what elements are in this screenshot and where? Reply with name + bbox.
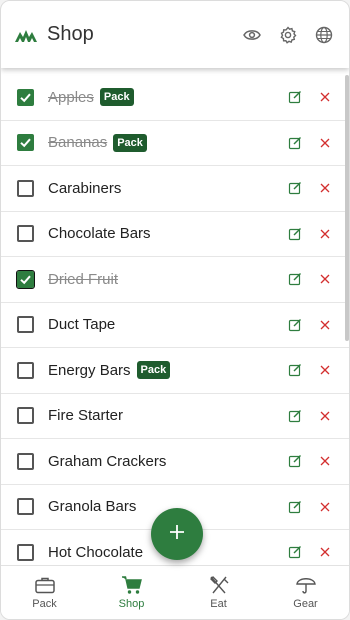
item-actions: [287, 89, 333, 105]
header-actions: [241, 24, 335, 46]
item-name: Duct Tape: [48, 316, 116, 334]
list-item[interactable]: Energy Bars Pack: [1, 348, 349, 394]
item-checkbox[interactable]: [17, 316, 34, 334]
item-actions: [287, 499, 333, 515]
edit-icon[interactable]: [287, 408, 303, 424]
list-item[interactable]: Graham Crackers: [1, 439, 349, 485]
list-item[interactable]: Fire Starter: [1, 394, 349, 439]
pack-badge: Pack: [99, 88, 134, 107]
globe-icon[interactable]: [313, 24, 335, 46]
delete-icon[interactable]: [317, 135, 333, 151]
item-name: Bananas: [48, 134, 108, 152]
bottom-navigation: Pack Shop Eat Gear: [1, 565, 349, 619]
delete-icon[interactable]: [317, 453, 333, 469]
item-checkbox[interactable]: [17, 88, 34, 106]
nav-label: Pack: [32, 598, 57, 610]
item-name: Apples: [48, 88, 94, 106]
list-item[interactable]: Duct Tape: [1, 303, 349, 348]
edit-icon[interactable]: [287, 271, 303, 287]
delete-icon[interactable]: [317, 317, 333, 333]
item-name: Dried Fruit: [48, 270, 119, 288]
mountain-logo-icon: [15, 25, 39, 45]
delete-icon[interactable]: [317, 226, 333, 242]
item-checkbox[interactable]: [17, 407, 34, 425]
nav-item-shop[interactable]: Shop: [88, 566, 175, 619]
nav-label: Eat: [210, 598, 227, 610]
item-checkbox[interactable]: [16, 269, 35, 289]
eye-icon[interactable]: [241, 24, 263, 46]
edit-icon[interactable]: [287, 317, 303, 333]
nav-label: Shop: [118, 598, 145, 610]
pack-badge: Pack: [136, 361, 171, 380]
item-actions: [287, 408, 333, 424]
briefcase-icon: [33, 574, 57, 596]
item-actions: [287, 271, 333, 287]
nav-label: Gear: [293, 598, 318, 610]
item-actions: [287, 180, 333, 196]
item-checkbox[interactable]: [17, 452, 34, 470]
list-item[interactable]: Dried Fruit: [1, 257, 349, 303]
edit-icon[interactable]: [287, 362, 303, 378]
utensils-icon: [207, 574, 231, 596]
item-actions: [287, 226, 333, 242]
plus-icon: [169, 524, 185, 545]
nav-item-eat[interactable]: Eat: [175, 566, 262, 619]
delete-icon[interactable]: [317, 408, 333, 424]
edit-icon[interactable]: [287, 89, 303, 105]
edit-icon[interactable]: [287, 544, 303, 560]
edit-icon[interactable]: [287, 453, 303, 469]
item-name: Fire Starter: [48, 407, 124, 425]
delete-icon[interactable]: [317, 499, 333, 515]
delete-icon[interactable]: [317, 180, 333, 196]
item-name: Carabiners: [48, 179, 122, 197]
item-actions: [287, 453, 333, 469]
nav-item-pack[interactable]: Pack: [1, 566, 88, 619]
item-checkbox[interactable]: [17, 134, 34, 152]
item-actions: [287, 135, 333, 151]
umbrella-icon: [294, 574, 318, 596]
item-checkbox[interactable]: [17, 498, 34, 516]
delete-icon[interactable]: [317, 544, 333, 560]
edit-icon[interactable]: [287, 226, 303, 242]
nav-item-gear[interactable]: Gear: [262, 566, 349, 619]
delete-icon[interactable]: [317, 89, 333, 105]
edit-icon[interactable]: [287, 499, 303, 515]
item-checkbox[interactable]: [17, 543, 34, 561]
item-actions: [287, 317, 333, 333]
app-window: Shop Apples Pack Bananas Pack Carabiners Choc…: [0, 0, 350, 620]
item-actions: [287, 362, 333, 378]
item-checkbox[interactable]: [17, 361, 34, 379]
item-actions: [287, 544, 333, 560]
item-name: Energy Bars: [48, 361, 131, 379]
item-checkbox[interactable]: [17, 179, 34, 197]
pack-badge: Pack: [113, 133, 147, 152]
page-title: Shop: [47, 23, 94, 45]
shopping-list: Apples Pack Bananas Pack Carabiners Chocolate…: [1, 75, 349, 567]
edit-icon[interactable]: [287, 180, 303, 196]
list-item[interactable]: Bananas Pack: [1, 121, 349, 166]
cart-icon: [120, 574, 144, 596]
scrollbar[interactable]: [345, 75, 349, 341]
item-checkbox[interactable]: [17, 225, 34, 243]
app-header: Shop: [1, 1, 349, 68]
item-name: Hot Chocolate: [48, 543, 144, 561]
list-item[interactable]: Carabiners: [1, 166, 349, 212]
add-item-button[interactable]: [151, 508, 203, 560]
edit-icon[interactable]: [287, 135, 303, 151]
item-name: Graham Crackers: [48, 452, 167, 470]
item-name: Chocolate Bars: [48, 225, 151, 243]
delete-icon[interactable]: [317, 271, 333, 287]
gear-icon[interactable]: [277, 24, 299, 46]
delete-icon[interactable]: [317, 362, 333, 378]
list-item[interactable]: Apples Pack: [1, 75, 349, 121]
list-item[interactable]: Chocolate Bars: [1, 212, 349, 257]
item-name: Granola Bars: [48, 498, 137, 516]
